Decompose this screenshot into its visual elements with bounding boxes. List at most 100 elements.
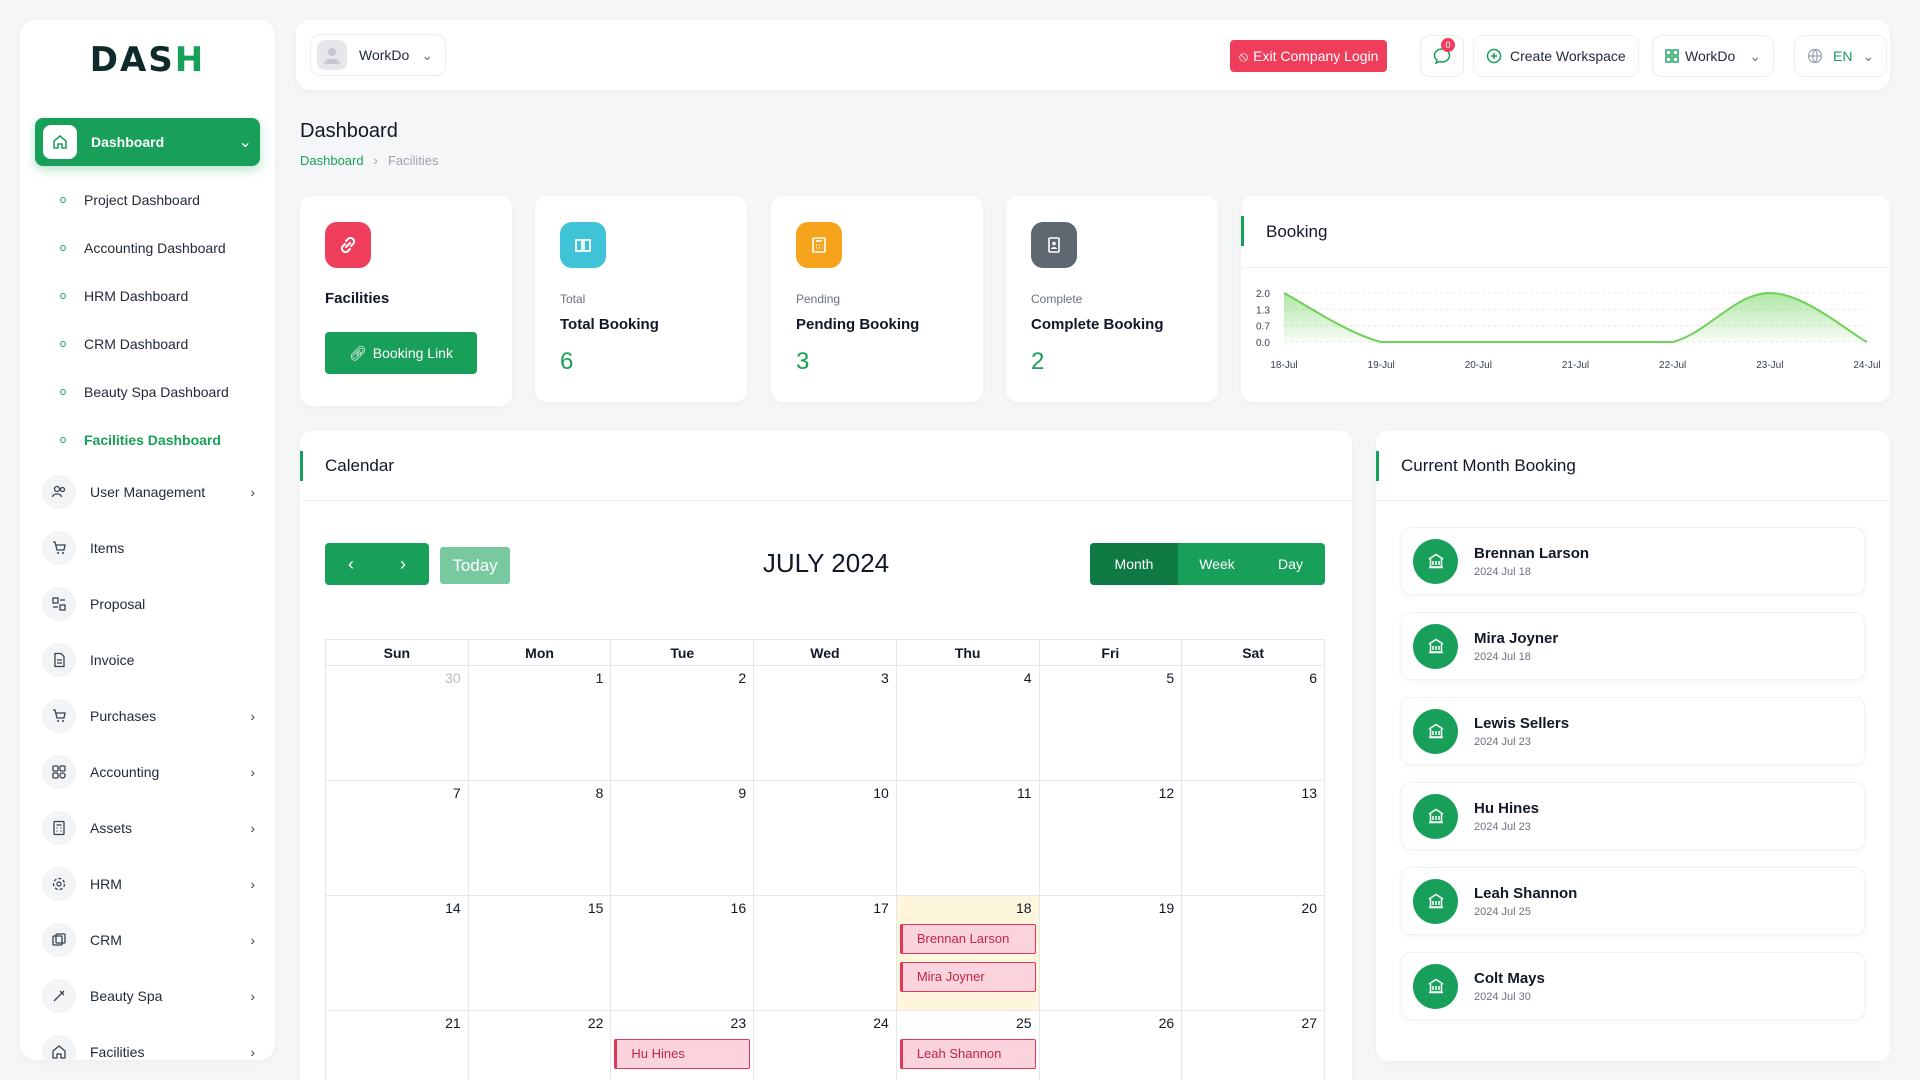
calendar-day-cell[interactable]: 18 Brennan Larson Mira Joyner [895, 895, 1040, 1011]
calendar-day-cell[interactable]: 11 [895, 780, 1040, 896]
booking-link-button[interactable]: 🔗︎ Booking Link [325, 332, 477, 374]
calendar-day-cell[interactable]: 12 [1038, 780, 1183, 896]
calendar-day-cell[interactable]: 8 [467, 780, 612, 896]
brand-logo[interactable]: DASH [20, 20, 275, 100]
sidebar-item-hrm[interactable]: HRM › [20, 856, 275, 912]
calendar-event[interactable]: Mira Joyner [899, 962, 1036, 992]
language-switcher[interactable]: EN ⌄ [1794, 35, 1888, 77]
booking-name: Lewis Sellers [1474, 714, 1570, 732]
calendar-day-cell[interactable]: 23 Hu Hines [610, 1010, 755, 1080]
building-icon [1413, 623, 1458, 669]
booking-list-item[interactable]: Leah Shannon 2024 Jul 25 [1401, 867, 1865, 935]
sidebar-item-facilities[interactable]: Facilities › [20, 1024, 275, 1060]
exit-company-login-button[interactable]: ⦸ Exit Company Login [1230, 40, 1388, 72]
sidebar-item-dashboard[interactable]: Dashboard ⌄ [35, 118, 260, 166]
link-icon: 🔗︎ [349, 344, 367, 361]
day-number: 8 [595, 785, 604, 801]
calendar-day-cell[interactable]: 19 [1038, 895, 1183, 1011]
workspace-switcher[interactable]: WorkDo ⌄ [1652, 35, 1775, 77]
sidebar-item-proposal[interactable]: Proposal [20, 576, 275, 632]
view-month-button[interactable]: Month [1090, 543, 1178, 585]
sidebar: DASH Dashboard ⌄ Project Dashboard Accoun… [20, 20, 275, 1060]
book-icon [560, 222, 606, 268]
file-icon [42, 643, 76, 677]
calendar-day-cell[interactable]: 2 [610, 665, 755, 781]
booking-date: 2024 Jul 30 [1474, 990, 1531, 1003]
sidebar-subitem-project-dashboard[interactable]: Project Dashboard [20, 176, 275, 224]
booking-list-item[interactable]: Lewis Sellers 2024 Jul 23 [1401, 697, 1865, 765]
calendar-day-cell[interactable]: 9 [610, 780, 755, 896]
sidebar-item-accounting[interactable]: Accounting › [20, 744, 275, 800]
plus-circle-icon [1486, 48, 1502, 64]
calendar-day-cell[interactable]: 10 [753, 780, 897, 896]
calendar-event[interactable]: Leah Shannon [899, 1039, 1036, 1069]
calendar-day-cell[interactable]: 14 [325, 895, 469, 1011]
sidebar-item-assets[interactable]: Assets › [20, 800, 275, 856]
avatar [317, 40, 347, 70]
calendar-event[interactable]: Hu Hines [614, 1039, 751, 1069]
day-number: 17 [873, 900, 889, 916]
calendar-day-cell[interactable]: 3 [753, 665, 897, 781]
calendar-day-cell[interactable]: 6 [1181, 665, 1325, 781]
calendar-day-cell[interactable]: 25 Leah Shannon [895, 1010, 1040, 1080]
calendar-day-cell[interactable]: 4 [895, 665, 1040, 781]
calendar-day-cell[interactable]: 26 [1038, 1010, 1183, 1080]
booking-list-item[interactable]: Colt Mays 2024 Jul 30 [1401, 952, 1865, 1020]
view-week-button[interactable]: Week [1178, 543, 1256, 585]
day-number: 25 [1015, 1015, 1032, 1031]
calendar-day-cell[interactable]: 13 [1181, 780, 1325, 896]
weekday-header: Fri [1038, 639, 1183, 666]
user-menu[interactable]: WorkDo ⌄ [310, 34, 447, 76]
brush-icon [42, 979, 76, 1013]
messages-button[interactable]: 0 [1420, 35, 1464, 77]
chevron-right-icon: › [250, 484, 255, 500]
calendar-day-cell[interactable]: 27 [1181, 1010, 1325, 1080]
calendar-day-cell[interactable]: 7 [325, 780, 469, 896]
calendar-event[interactable]: Brennan Larson [899, 924, 1036, 954]
booking-list-item[interactable]: Brennan Larson 2024 Jul 18 [1401, 527, 1865, 595]
day-number: 15 [587, 900, 604, 916]
booking-name: Mira Joyner [1474, 629, 1559, 647]
booking-list-item[interactable]: Mira Joyner 2024 Jul 18 [1401, 612, 1865, 680]
day-number: 10 [873, 785, 889, 801]
sidebar-item-beauty-spa[interactable]: Beauty Spa › [20, 968, 275, 1024]
bullet-icon [60, 341, 66, 347]
ban-icon: ⦸ [1239, 47, 1249, 64]
breadcrumb-dashboard[interactable]: Dashboard [300, 153, 364, 168]
day-number: 9 [738, 785, 747, 801]
building-icon [1413, 793, 1458, 839]
calendar-day-cell[interactable]: 30 [325, 665, 469, 781]
calendar-day-cell[interactable]: 24 [753, 1010, 897, 1080]
x-tick-label: 24-Jul [1853, 360, 1880, 371]
sidebar-subitem-beauty-spa-dashboard[interactable]: Beauty Spa Dashboard [20, 368, 275, 416]
pending-booking-card: Pending Pending Booking 3 [771, 196, 983, 402]
calendar-day-cell[interactable]: 17 [753, 895, 897, 1011]
sidebar-item-crm[interactable]: CRM › [20, 912, 275, 968]
sidebar-item-invoice[interactable]: Invoice [20, 632, 275, 688]
booking-name: Brennan Larson [1474, 544, 1590, 562]
calendar-day-cell[interactable]: 22 [467, 1010, 612, 1080]
calendar-day-cell[interactable]: 20 [1181, 895, 1325, 1011]
day-number: 11 [1016, 785, 1032, 801]
view-day-button[interactable]: Day [1256, 543, 1325, 585]
booking-list-item[interactable]: Hu Hines 2024 Jul 23 [1401, 782, 1865, 850]
calendar-day-cell[interactable]: 1 [467, 665, 612, 781]
sidebar-item-items[interactable]: Items [20, 520, 275, 576]
calendar-day-cell[interactable]: 16 [610, 895, 755, 1011]
sidebar-subitem-accounting-dashboard[interactable]: Accounting Dashboard [20, 224, 275, 272]
sidebar-subitem-crm-dashboard[interactable]: CRM Dashboard [20, 320, 275, 368]
home-icon [43, 125, 77, 159]
sidebar-subitem-facilities-dashboard[interactable]: Facilities Dashboard [20, 416, 275, 464]
day-number: 1 [595, 670, 604, 686]
proposal-icon [42, 587, 76, 621]
calendar-day-cell[interactable]: 21 [325, 1010, 469, 1080]
day-number: 3 [881, 670, 889, 686]
sidebar-item-user-management[interactable]: User Management › [20, 464, 275, 520]
sidebar-subitem-hrm-dashboard[interactable]: HRM Dashboard [20, 272, 275, 320]
calendar-day-cell[interactable]: 15 [467, 895, 612, 1011]
day-number: 2 [738, 670, 747, 686]
calendar-day-cell[interactable]: 5 [1038, 665, 1183, 781]
weekday-header: Thu [895, 639, 1040, 666]
sidebar-item-purchases[interactable]: Purchases › [20, 688, 275, 744]
create-workspace-button[interactable]: Create Workspace [1473, 35, 1639, 77]
